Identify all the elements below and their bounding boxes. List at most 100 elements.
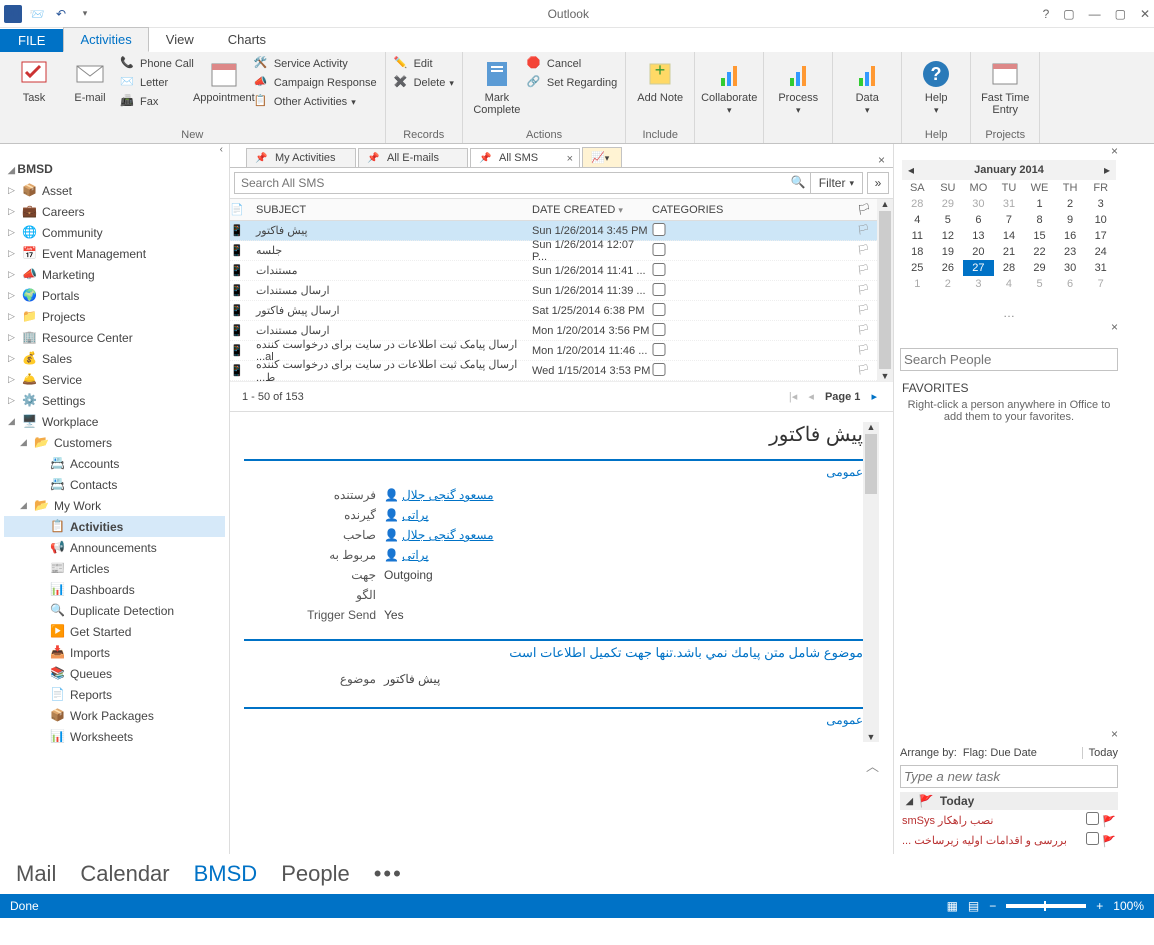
nav-mywork[interactable]: ◢📂My Work — [4, 495, 225, 516]
pin-icon[interactable]: 📌 — [479, 153, 491, 164]
close-tasks-pane-icon[interactable]: × — [894, 727, 1124, 741]
cal-day[interactable]: 28 — [902, 196, 933, 212]
view-tab-my-activities[interactable]: 📌My Activities — [246, 148, 356, 167]
view-reading-icon[interactable]: ▤ — [968, 899, 979, 913]
tab-charts[interactable]: Charts — [211, 27, 283, 52]
cal-day[interactable]: 6 — [1055, 276, 1086, 292]
view-tab-extra[interactable]: 📈▾ — [582, 147, 622, 167]
new-letter-button[interactable]: ✉️Letter — [120, 75, 194, 91]
close-people-pane-icon[interactable]: × — [894, 320, 1124, 334]
preview-collapse-icon[interactable]: ︿ — [866, 756, 879, 775]
fast-time-entry-button[interactable]: Fast Time Entry — [977, 54, 1033, 129]
task-checkbox[interactable] — [1086, 832, 1099, 845]
col-subject[interactable]: SUBJECT — [252, 204, 532, 216]
cal-day[interactable]: 29 — [1024, 260, 1055, 276]
col-categories[interactable]: CATEGORIES — [652, 204, 857, 216]
delete-button[interactable]: ✖️Delete▾ — [394, 75, 454, 91]
cal-day[interactable]: 8 — [1024, 212, 1055, 228]
row-checkbox[interactable] — [652, 323, 666, 336]
nav-reports[interactable]: 📄Reports — [4, 684, 225, 705]
tab-view[interactable]: View — [149, 27, 211, 52]
cal-day[interactable]: 14 — [994, 228, 1025, 244]
new-appointment-button[interactable]: Appointment — [196, 54, 252, 129]
cal-day[interactable]: 11 — [902, 228, 933, 244]
nav-portals[interactable]: ▷🌍Portals — [4, 285, 225, 306]
nav-contacts[interactable]: 📇Contacts — [4, 474, 225, 495]
nav-collapse-icon[interactable]: ‹ — [0, 144, 229, 158]
cal-day[interactable]: 13 — [963, 228, 994, 244]
task-item[interactable]: بررسی و اقدامات اولیه زیرساخت ... 🚩 — [900, 830, 1118, 850]
search-input[interactable] — [234, 172, 813, 194]
new-other-button[interactable]: 📋Other Activities▾ — [254, 94, 377, 110]
pin-icon[interactable]: 📌 — [255, 153, 267, 164]
nav-articles[interactable]: 📰Articles — [4, 558, 225, 579]
link-owner[interactable]: مسعود گنجی جلال — [402, 528, 494, 542]
flag-icon[interactable]: 🏳 — [857, 225, 877, 236]
cal-day[interactable]: 2 — [1055, 196, 1086, 212]
nav-header[interactable]: BMSD — [17, 162, 52, 176]
ribbon-options-icon[interactable]: ▢ — [1063, 7, 1074, 21]
nav-projects[interactable]: ▷📁Projects — [4, 306, 225, 327]
prev-month-icon[interactable]: ◂ — [908, 163, 914, 177]
cal-day[interactable]: 17 — [1085, 228, 1116, 244]
zoom-in-icon[interactable]: + — [1096, 899, 1103, 913]
task-checkbox[interactable] — [1086, 812, 1099, 825]
grid-row[interactable]: 📱ارسال پیامک ثبت اطلاعات در سایت برای در… — [230, 361, 877, 381]
edit-button[interactable]: ✏️Edit — [394, 56, 454, 72]
cal-day[interactable]: 4 — [994, 276, 1025, 292]
cal-day[interactable]: 16 — [1055, 228, 1086, 244]
zoom-out-icon[interactable]: − — [989, 899, 996, 913]
set-regarding-button[interactable]: 🔗Set Regarding — [527, 75, 617, 91]
flag-icon[interactable]: 🏳 — [857, 305, 877, 316]
new-service-button[interactable]: 🛠️Service Activity — [254, 56, 377, 72]
cal-day[interactable]: 28 — [994, 260, 1025, 276]
nav-imports[interactable]: 📥Imports — [4, 642, 225, 663]
cal-day[interactable]: 23 — [1055, 244, 1086, 260]
cal-day[interactable]: 20 — [963, 244, 994, 260]
cal-day[interactable]: 7 — [1085, 276, 1116, 292]
nav-resource[interactable]: ▷🏢Resource Center — [4, 327, 225, 348]
cal-day[interactable]: 29 — [933, 196, 964, 212]
file-tab[interactable]: FILE — [0, 29, 63, 52]
flag-icon[interactable]: 🚩 — [1102, 816, 1116, 828]
pager-first-icon[interactable]: |◂ — [785, 391, 801, 403]
row-checkbox[interactable] — [652, 243, 666, 256]
flag-icon[interactable]: 🏳 — [857, 285, 877, 296]
cal-day[interactable]: 9 — [1055, 212, 1086, 228]
nav-workplace[interactable]: ◢🖥️Workplace — [4, 411, 225, 432]
nav-get-started[interactable]: ▶️Get Started — [4, 621, 225, 642]
nav-settings[interactable]: ▷⚙️Settings — [4, 390, 225, 411]
row-checkbox[interactable] — [652, 223, 666, 236]
tab-activities[interactable]: Activities — [63, 27, 148, 52]
cal-day[interactable]: 26 — [933, 260, 964, 276]
flag-icon[interactable]: 🏳 — [857, 365, 877, 376]
link-recipient[interactable]: پراتی — [402, 508, 429, 522]
expand-chevrons-icon[interactable]: » — [867, 172, 889, 194]
nav-accounts[interactable]: 📇Accounts — [4, 453, 225, 474]
pager-prev-icon[interactable]: ◂ — [804, 391, 818, 403]
arrange-by-button[interactable]: Flag: Due Date — [963, 747, 1037, 759]
cal-day[interactable]: 5 — [1024, 276, 1055, 292]
cal-day[interactable]: 15 — [1024, 228, 1055, 244]
qat-send-receive-icon[interactable]: 📨 — [28, 5, 46, 23]
zoom-slider[interactable] — [1006, 904, 1086, 908]
mark-complete-button[interactable]: Mark Complete — [469, 54, 525, 129]
cal-day[interactable]: 6 — [963, 212, 994, 228]
grid-row[interactable]: 📱جلسهSun 1/26/2014 12:07 P...🏳 — [230, 241, 877, 261]
help-icon[interactable]: ? — [1043, 7, 1050, 21]
cal-day[interactable]: 21 — [994, 244, 1025, 260]
bnav-bmsd[interactable]: BMSD — [194, 861, 258, 887]
task-item[interactable]: نصب راهکار smSys 🚩 — [900, 810, 1118, 830]
cal-day[interactable]: 24 — [1085, 244, 1116, 260]
cal-day[interactable]: 22 — [1024, 244, 1055, 260]
new-task-button[interactable]: Task — [6, 54, 62, 129]
cal-day[interactable]: 12 — [933, 228, 964, 244]
task-group-today[interactable]: ◢🚩Today — [900, 792, 1118, 810]
nav-duplicate-detection[interactable]: 🔍Duplicate Detection — [4, 600, 225, 621]
nav-announcements[interactable]: 📢Announcements — [4, 537, 225, 558]
cal-day[interactable]: 27 — [963, 260, 994, 276]
pin-icon[interactable]: 📌 — [367, 153, 379, 164]
maximize-icon[interactable]: ▢ — [1115, 7, 1126, 21]
minimize-icon[interactable]: — — [1089, 7, 1101, 21]
flag-icon[interactable]: 🏳 — [857, 265, 877, 276]
